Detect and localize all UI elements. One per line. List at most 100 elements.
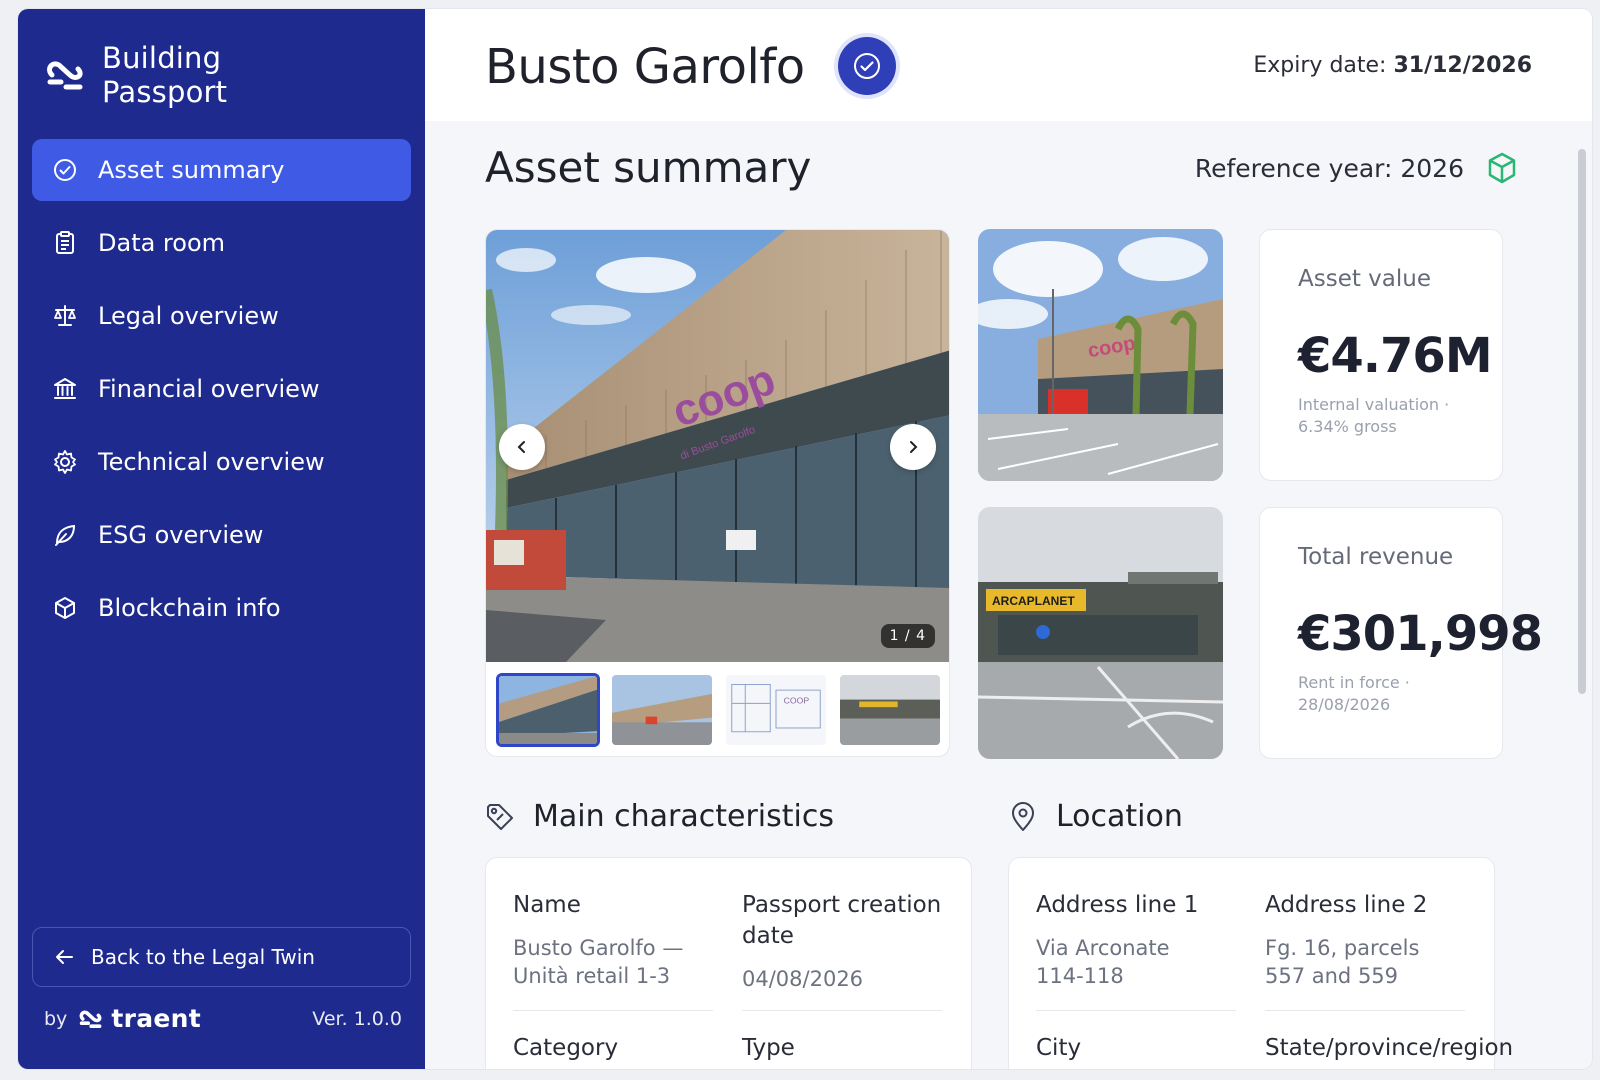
store-sign: ARCAPLANET	[992, 594, 1075, 608]
page-header: Busto Garolfo Expiry date: 31/12/2026	[425, 9, 1592, 121]
chevron-right-icon	[910, 441, 918, 453]
divider	[513, 1010, 713, 1011]
passport-creation-date-value: 04/08/2026	[742, 967, 864, 991]
photo-counter: 1 / 4	[880, 624, 935, 648]
location-title: Location	[1056, 799, 1183, 834]
total-revenue-label: Total revenue	[1298, 544, 1454, 570]
cube-icon	[55, 597, 75, 619]
thumbnail-2[interactable]	[610, 673, 714, 747]
reference-year-label: Reference year: 2026	[1194, 153, 1464, 183]
city-label: City	[1036, 1035, 1082, 1061]
address-line-2-label: Address line 2	[1265, 892, 1428, 918]
version-label: Ver. 1.0.0	[312, 1007, 402, 1030]
asset-value-label: Asset value	[1298, 266, 1432, 292]
expiry-value: 31/12/2026	[1393, 53, 1532, 78]
sidebar-nav: Asset summary Data room Legal overview F…	[32, 139, 411, 650]
main-photo[interactable]: coop di Busto Garolfo	[486, 230, 950, 662]
state-province-region-label: State/province/region	[1265, 1035, 1514, 1061]
main-content: Asset summary Reference year: 2026 coop …	[425, 121, 1592, 1069]
divider	[1036, 1010, 1236, 1011]
check-circle-icon	[54, 159, 76, 181]
main-characteristics-card: Name Busto Garolfo — Unità retail 1-3 Pa…	[485, 857, 972, 1069]
address-line-2-value: Fg. 16, parcels 557 and 559	[1265, 936, 1420, 988]
total-revenue-card: Total revenue €301,998 Rent in force · 2…	[1259, 507, 1543, 759]
sidebar-item-data-room[interactable]: Data room	[32, 212, 411, 274]
sidebar-item-label: Legal overview	[98, 302, 279, 330]
sidebar-item-financial-overview[interactable]: Financial overview	[32, 358, 411, 420]
total-revenue-note: Rent in force · 28/08/2026	[1298, 673, 1410, 714]
back-button-label: Back to the Legal Twin	[91, 945, 315, 969]
thumbnail-sign: COOP	[784, 695, 810, 705]
asset-value: €4.76M	[1298, 328, 1493, 384]
back-to-legal-twin-button[interactable]: Back to the Legal Twin	[32, 927, 411, 987]
passport-creation-date-label: Passport creation date	[742, 892, 942, 949]
company-name: traent	[111, 1004, 201, 1033]
divider	[742, 1010, 942, 1011]
section-title: Asset summary	[485, 143, 812, 192]
bank-icon	[54, 378, 76, 399]
thumbnail-3[interactable]: COOP	[724, 673, 828, 747]
divider	[1265, 1010, 1465, 1011]
app-window: Building Passport Asset summary Data roo…	[18, 9, 1592, 1069]
building-passport-logo-icon	[47, 61, 83, 90]
asset-value-card: Asset value €4.76M Internal valuation · …	[1259, 229, 1503, 481]
expiry-date: Expiry date: 31/12/2026	[1253, 53, 1532, 78]
leaf-icon	[55, 524, 76, 546]
sidebar-item-label: Technical overview	[98, 448, 325, 476]
location-card: Address line 1 Via Arconate 114-118 Addr…	[1008, 857, 1513, 1069]
scale-icon	[54, 305, 76, 326]
thumbnail-strip: COOP	[496, 673, 942, 747]
sidebar-item-legal-overview[interactable]: Legal overview	[32, 285, 411, 347]
by-label: by	[44, 1007, 68, 1030]
traent-logo-icon	[79, 1010, 102, 1028]
sidebar-item-label: Financial overview	[98, 375, 320, 403]
powered-by[interactable]: by traent	[44, 1004, 201, 1033]
main-characteristics-title: Main characteristics	[533, 799, 834, 834]
gear-icon	[54, 450, 76, 474]
expiry-label: Expiry date:	[1253, 53, 1387, 78]
address-line-1-value: Via Arconate 114-118	[1036, 936, 1170, 988]
arrow-left-icon	[56, 950, 73, 964]
main-characteristics-heading: Main characteristics	[485, 799, 834, 834]
category-label: Category	[513, 1035, 619, 1061]
name-value: Busto Garolfo — Unità retail 1-3	[513, 936, 684, 988]
sidebar-item-label: ESG overview	[98, 521, 264, 549]
photo-gallery: coop di Busto Garolfo 1 / 4 COOP	[485, 229, 950, 757]
brand-name: Building Passport	[102, 41, 227, 109]
sidebar-item-label: Asset summary	[98, 156, 285, 184]
next-photo-button[interactable]	[890, 424, 936, 470]
map-pin-icon	[1012, 801, 1034, 831]
clipboard-icon	[56, 231, 74, 254]
sidebar-item-technical-overview[interactable]: Technical overview	[32, 431, 411, 493]
sidebar-footer: by traent Ver. 1.0.0	[44, 1004, 402, 1033]
asset-value-note: Internal valuation · 6.34% gross	[1298, 395, 1450, 436]
reference-year: Reference year: 2026	[1195, 151, 1518, 185]
page-title: Busto Garolfo	[485, 39, 805, 95]
sidebar-item-esg-overview[interactable]: ESG overview	[32, 504, 411, 566]
scrollbar[interactable]	[1578, 149, 1586, 694]
sidebar: Building Passport Asset summary Data roo…	[18, 9, 425, 1069]
sidebar-item-asset-summary[interactable]: Asset summary	[32, 139, 411, 201]
brand[interactable]: Building Passport	[44, 41, 227, 109]
photo-storefront-parking[interactable]: coop	[978, 229, 1223, 481]
brand-line-1: Building	[102, 41, 222, 75]
chevron-left-icon	[517, 441, 525, 453]
type-label: Type	[742, 1035, 795, 1061]
verified-badge[interactable]	[838, 37, 896, 95]
tag-icon	[487, 803, 513, 830]
verified-check-icon	[854, 53, 880, 79]
name-label: Name	[513, 892, 581, 918]
sidebar-item-blockchain-info[interactable]: Blockchain info	[32, 577, 411, 639]
traent-logo: traent	[77, 1004, 201, 1033]
address-line-1-label: Address line 1	[1036, 892, 1199, 918]
total-revenue-value: €301,998	[1298, 606, 1543, 662]
location-heading: Location	[1008, 799, 1183, 834]
sidebar-item-label: Data room	[98, 229, 226, 257]
previous-photo-button[interactable]	[499, 424, 545, 470]
sidebar-item-label: Blockchain info	[98, 594, 281, 622]
cube-icon[interactable]	[1486, 151, 1518, 185]
thumbnail-4[interactable]	[838, 673, 942, 747]
thumbnail-1[interactable]	[496, 673, 600, 747]
brand-line-2: Passport	[102, 75, 228, 109]
photo-arcaplanet-store[interactable]: ARCAPLANET	[978, 507, 1223, 759]
